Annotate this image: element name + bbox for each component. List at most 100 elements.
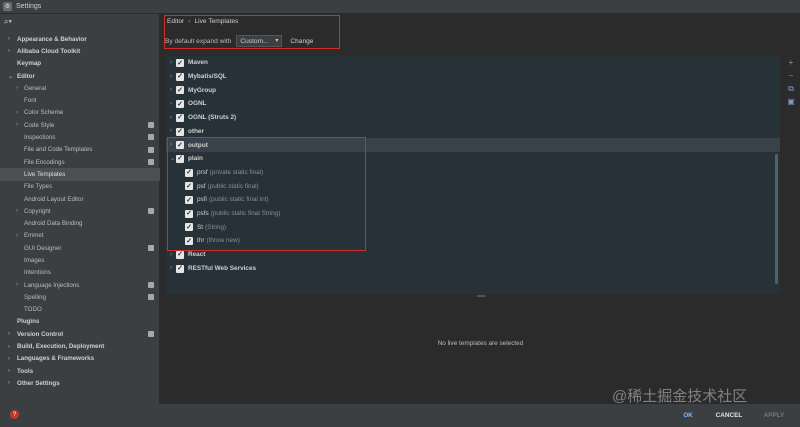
chevron-right-icon[interactable]: › — [170, 252, 172, 258]
project-scope-icon — [148, 208, 154, 215]
sidebar-item-plugins[interactable]: Plugins — [0, 316, 160, 328]
sidebar-item-gui-designer[interactable]: GUI Designer — [0, 242, 160, 254]
chevron-right-icon[interactable]: › — [170, 115, 172, 121]
sidebar-item-color-scheme[interactable]: › Color Scheme — [0, 107, 160, 119]
cancel-button[interactable]: CANCEL — [710, 409, 748, 422]
chevron-right-icon[interactable]: › — [8, 36, 10, 42]
sidebar-item-todo[interactable]: TODO — [0, 304, 160, 316]
sidebar-item-android-layout-editor[interactable]: Android Layout Editor — [0, 193, 160, 205]
template-label: OGNL (Struts 2) — [188, 114, 236, 121]
sidebar-item-file-encodings[interactable]: File Encodings — [0, 156, 160, 168]
template-group[interactable]: › ✓ Maven — [166, 56, 780, 70]
chevron-right-icon[interactable]: › — [16, 282, 18, 288]
sidebar-item-intentions[interactable]: Intentions — [0, 267, 160, 279]
sidebar-item-file-types[interactable]: File Types — [0, 181, 160, 193]
chevron-right-icon[interactable]: › — [16, 208, 18, 214]
sidebar-item-other-settings[interactable]: › Other Settings — [0, 377, 160, 389]
splitter-handle[interactable] — [477, 295, 485, 297]
sidebar-item-tools[interactable]: › Tools — [0, 365, 160, 377]
chevron-right-icon[interactable]: › — [8, 380, 10, 386]
ok-button[interactable]: OK — [674, 409, 702, 422]
sidebar-item-appearance-behavior[interactable]: › Appearance & Behavior — [0, 33, 160, 45]
window-titlebar: ⚙ Settings — [0, 0, 800, 14]
sidebar-item-label: Tools — [17, 367, 34, 375]
sidebar-item-languages-frameworks[interactable]: › Languages & Frameworks — [0, 353, 160, 365]
app-icon: ⚙ — [3, 2, 12, 11]
sidebar-item-label: Keymap — [17, 60, 42, 68]
project-scope-icon — [148, 245, 154, 252]
chevron-right-icon[interactable]: › — [16, 85, 18, 91]
checkbox[interactable]: ✓ — [176, 100, 184, 109]
sidebar-item-keymap[interactable]: Keymap — [0, 58, 160, 70]
sidebar-item-label: Alibaba Cloud Toolkit — [17, 47, 81, 55]
sidebar-item-code-style[interactable]: › Code Style — [0, 119, 160, 131]
checkbox[interactable]: ✓ — [176, 59, 184, 67]
sidebar-item-label: File and Code Templates — [24, 146, 93, 154]
sidebar-item-editor[interactable]: ⌄ Editor — [0, 70, 160, 82]
checkbox[interactable]: ✓ — [176, 113, 184, 122]
sidebar-item-version-control[interactable]: › Version Control — [0, 328, 160, 340]
apply-button[interactable]: APPLY — [756, 409, 792, 422]
chevron-right-icon[interactable]: › — [170, 265, 172, 271]
sidebar-item-label: Languages & Frameworks — [17, 355, 95, 363]
sidebar-item-live-templates[interactable]: Live Templates — [0, 168, 160, 181]
project-scope-icon — [148, 158, 154, 165]
chevron-right-icon[interactable]: › — [170, 74, 172, 80]
chevron-right-icon[interactable]: › — [8, 344, 10, 350]
template-group[interactable]: › ✓ MyGroup — [166, 83, 780, 97]
template-group[interactable]: › ✓ OGNL — [166, 97, 780, 111]
template-label: Maven — [188, 59, 208, 66]
chevron-right-icon[interactable]: › — [8, 331, 10, 337]
checkbox[interactable]: ✓ — [176, 86, 184, 95]
template-group[interactable]: › ✓ RESTful Web Services — [166, 262, 780, 276]
sidebar-item-label: Copyright — [24, 207, 51, 215]
checkbox[interactable]: ✓ — [176, 250, 184, 259]
sidebar-item-inspections[interactable]: Inspections — [0, 131, 160, 143]
sidebar-item-build-execution-deployment[interactable]: › Build, Execution, Deployment — [0, 340, 160, 352]
chevron-right-icon[interactable]: › — [16, 233, 18, 239]
sidebar-item-copyright[interactable]: › Copyright — [0, 205, 160, 217]
sidebar-search[interactable]: ⌕▾ — [0, 14, 159, 30]
template-group[interactable]: › ✓ Mybatis/SQL — [166, 70, 780, 84]
template-label: MyGroup — [188, 87, 216, 94]
sidebar-item-language-injections[interactable]: › Language Injections — [0, 279, 160, 291]
chevron-down-icon[interactable]: ⌄ — [8, 73, 13, 80]
chevron-right-icon[interactable]: › — [8, 356, 10, 362]
sidebar-item-emmet[interactable]: › Emmet — [0, 230, 160, 242]
chevron-right-icon[interactable]: › — [170, 60, 172, 66]
sidebar-item-label: Editor — [17, 72, 35, 80]
template-abbreviation: OGNL — [188, 100, 207, 108]
sidebar-item-images[interactable]: Images — [0, 254, 160, 266]
sidebar-item-general[interactable]: › General — [0, 82, 160, 94]
sidebar-item-label: Android Layout Editor — [24, 195, 84, 203]
minus-icon[interactable]: − — [784, 69, 798, 82]
copy-icon[interactable]: ⧉ — [784, 82, 798, 95]
project-scope-icon — [148, 294, 154, 301]
checkbox[interactable]: ✓ — [176, 127, 184, 136]
empty-message: No live templates are selected — [437, 340, 524, 347]
template-group[interactable]: › ✓ OGNL (Struts 2) — [166, 111, 780, 125]
project-scope-icon — [148, 122, 154, 129]
sidebar-item-label: Android Data Binding — [24, 220, 83, 228]
chevron-right-icon[interactable]: › — [170, 101, 172, 107]
chevron-right-icon[interactable]: › — [16, 122, 18, 128]
chevron-right-icon[interactable]: › — [8, 368, 10, 374]
help-icon[interactable]: ? — [10, 410, 19, 419]
checkbox[interactable]: ✓ — [176, 264, 184, 273]
sidebar-item-font[interactable]: Font — [0, 94, 160, 106]
sidebar-item-spelling[interactable]: Spelling — [0, 291, 160, 303]
save-icon[interactable]: ▣ — [784, 95, 798, 108]
sidebar-item-label: File Types — [24, 183, 53, 191]
checkbox[interactable]: ✓ — [176, 72, 184, 81]
chevron-right-icon[interactable]: › — [16, 110, 18, 116]
sidebar-item-file-and-code-templates[interactable]: File and Code Templates — [0, 144, 160, 156]
sidebar-item-android-data-binding[interactable]: Android Data Binding — [0, 217, 160, 229]
chevron-right-icon[interactable]: › — [170, 128, 172, 134]
project-scope-icon — [148, 134, 154, 141]
sidebar-item-alibaba-cloud-toolkit[interactable]: › Alibaba Cloud Toolkit — [0, 45, 160, 57]
highlight-box-plain-group — [167, 137, 366, 251]
search-icon[interactable]: ⌕▾ — [4, 17, 12, 27]
chevron-right-icon[interactable]: › — [8, 48, 10, 54]
plus-icon[interactable]: + — [784, 56, 798, 69]
chevron-right-icon[interactable]: › — [170, 87, 172, 93]
